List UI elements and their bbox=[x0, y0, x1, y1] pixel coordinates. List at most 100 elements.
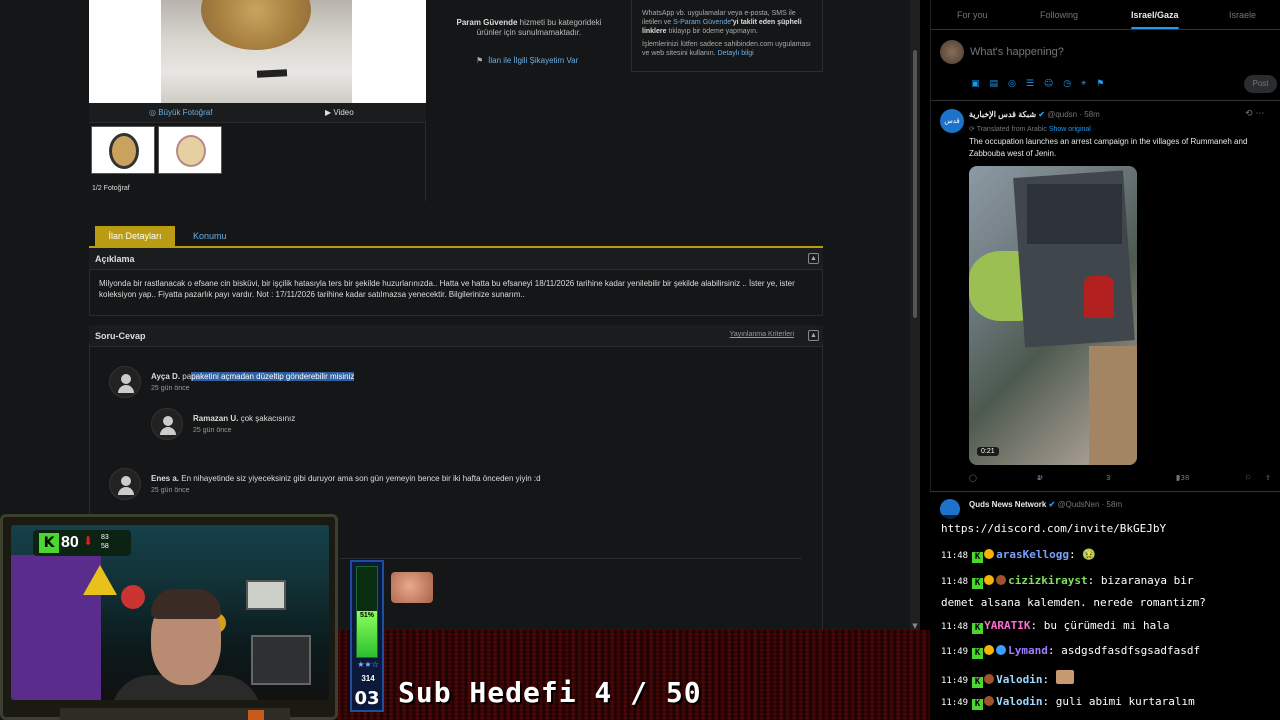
tweet[interactable]: قدس شبكة قدس الإخبارية ✔ @qudsn · 58m ⟲ … bbox=[931, 102, 1280, 492]
chat-user[interactable]: Lymand bbox=[1008, 644, 1048, 657]
post-button[interactable]: Post bbox=[1244, 75, 1277, 93]
s-param-link[interactable]: S-Param Güvende bbox=[673, 19, 731, 26]
chat-emoji: 🤢 bbox=[1082, 548, 1096, 561]
tab-location[interactable]: Konumu bbox=[193, 226, 227, 246]
kick-badge-icon: K bbox=[972, 623, 984, 634]
gold-badge-icon bbox=[984, 645, 995, 655]
tab-for-you[interactable]: For you bbox=[957, 10, 988, 20]
compose-input[interactable]: What's happening? bbox=[970, 46, 1064, 58]
detail-link[interactable]: Detaylı bilgi bbox=[718, 50, 754, 57]
tweet-text: The occupation launches an arrest campai… bbox=[969, 137, 1248, 158]
chat-message: 11:49 K Valodin: bbox=[941, 670, 1076, 688]
tweet-author[interactable]: شبكة قدس الإخبارية ✔ @qudsn · 58m bbox=[969, 110, 1100, 119]
bookmark-icon[interactable]: ⚐ bbox=[1245, 474, 1251, 482]
scrollbar-thumb[interactable] bbox=[913, 50, 917, 318]
report-label: İlan ile İlgili Şikayetim Var bbox=[488, 56, 579, 65]
chat-user[interactable]: Valodin bbox=[996, 673, 1042, 686]
avatar[interactable]: قدس bbox=[940, 109, 964, 133]
video-scene-truck-window bbox=[1027, 184, 1122, 244]
streamer-hair bbox=[151, 589, 221, 619]
large-photo-label: Büyük Fotoğraf bbox=[158, 108, 213, 117]
report-link[interactable]: ⚑ İlan ile İlgili Şikayetim Var bbox=[476, 56, 578, 65]
answer-author: Ramazan U. bbox=[193, 414, 239, 423]
thumbnail-1[interactable] bbox=[91, 126, 155, 174]
qa-title: Soru-Cevap bbox=[95, 331, 146, 341]
kick-badge-icon: K bbox=[972, 578, 984, 589]
chat-time: 11:49 bbox=[941, 676, 969, 686]
listing-main-photo[interactable] bbox=[89, 0, 426, 103]
video-scene-wood bbox=[1089, 346, 1137, 465]
sticker-red bbox=[121, 585, 145, 609]
stand-light bbox=[248, 710, 264, 720]
question-time: 25 gün önce bbox=[151, 487, 190, 494]
meter-percent: 51% bbox=[359, 612, 374, 619]
tweet-author[interactable]: Quds News Network ✔ @QudsNen · 58m bbox=[969, 500, 1122, 509]
chat-text: guli abimi kurtaralım bbox=[1055, 695, 1195, 708]
video-label: Video bbox=[333, 108, 354, 117]
question-body: En nihayetinde siz yiyeceksiniz gibi dur… bbox=[181, 474, 541, 483]
background-wall bbox=[11, 555, 101, 700]
meter-level: 03 bbox=[354, 688, 380, 709]
arrow-down-icon: ⬇ bbox=[83, 534, 94, 548]
tweet-video[interactable]: 0:21 bbox=[969, 166, 1137, 465]
thumbnail-2[interactable] bbox=[158, 126, 222, 174]
kick-badge-icon: K bbox=[972, 648, 984, 659]
twitter-pane: For you Following Israel/Gaza Israele Wh… bbox=[930, 0, 1280, 519]
warning-text-1: WhatsApp vb. uygulamalar veya e-posta, S… bbox=[642, 9, 812, 36]
divider bbox=[340, 558, 802, 559]
share-icon[interactable]: ⇪ bbox=[1265, 474, 1271, 482]
chat-user[interactable]: Valodin bbox=[996, 695, 1042, 708]
views-count: 338 bbox=[1176, 474, 1190, 482]
kick-logo-icon: K bbox=[39, 533, 59, 553]
like-count: 3 bbox=[1106, 474, 1111, 482]
chat-message: 11:48 KarasKellogg: 🤢 bbox=[941, 548, 1096, 563]
chat-user[interactable]: cizizkirayst bbox=[1008, 574, 1087, 587]
large-photo-link[interactable]: ◎ Büyük Fotoğraf bbox=[149, 108, 212, 117]
answer-body: çok şakacısınız bbox=[240, 414, 296, 423]
reply-icon[interactable]: ◯ bbox=[969, 474, 977, 482]
answer-text: Ramazan U. çok şakacısınız bbox=[193, 414, 295, 423]
chat-time: 11:49 bbox=[941, 698, 969, 708]
tab-listing-details[interactable]: İlan Detayları bbox=[95, 226, 175, 246]
tweet[interactable]: Quds News Network ✔ @QudsNen · 58m bbox=[931, 494, 1280, 519]
author-name: شبكة قدس الإخبارية bbox=[969, 110, 1037, 119]
author-handle: @qudsn · 58m bbox=[1047, 110, 1100, 119]
timeline-tabs: For you Following Israel/Gaza Israele bbox=[931, 0, 1280, 30]
kick-badge-icon: K bbox=[972, 677, 984, 688]
warning-text-2: İşlemlerinizi lütfen sadece sahibinden.c… bbox=[642, 40, 812, 58]
sub-goal-meter: 51% ★★☆ 314 03 bbox=[350, 560, 384, 712]
background-tvs bbox=[251, 635, 311, 685]
collapse-icon[interactable]: ▲ bbox=[808, 330, 819, 341]
emote-image bbox=[391, 572, 433, 603]
chat-message: 11:48 Kcizizkirayst: bizaranaya bir bbox=[941, 574, 1194, 589]
scroll-down-icon[interactable]: ▼ bbox=[910, 622, 920, 630]
background-monitor bbox=[246, 580, 286, 610]
show-original-link[interactable]: Show original bbox=[1049, 126, 1091, 133]
compose-toolbar-icons[interactable]: ▣▤◎☰☺◷⌖⚑ bbox=[971, 79, 1114, 89]
verified-icon: ✔ bbox=[1048, 500, 1056, 509]
webcam-stand bbox=[60, 708, 290, 720]
collapse-icon[interactable]: ▲ bbox=[808, 253, 819, 264]
security-warning: WhatsApp vb. uygulamalar veya e-posta, S… bbox=[631, 0, 823, 72]
chat-user[interactable]: YARATIK bbox=[984, 619, 1030, 632]
question-author: Ayça D. bbox=[151, 372, 181, 381]
grok-icon[interactable]: ⟲ ⋯ bbox=[1245, 109, 1264, 119]
kick-badge-icon: K bbox=[972, 699, 984, 710]
author-handle: @QudsNen · 58m bbox=[1057, 500, 1123, 509]
avatar[interactable] bbox=[940, 40, 964, 64]
criteria-link[interactable]: Yayınlanma Kriterleri bbox=[730, 331, 794, 338]
tab-following[interactable]: Following bbox=[1040, 10, 1078, 20]
video-link[interactable]: ▶ Video bbox=[325, 108, 354, 117]
video-duration: 0:21 bbox=[977, 447, 999, 456]
tab-israel-gaza[interactable]: Israel/Gaza bbox=[1131, 10, 1179, 29]
kick-score: 80 bbox=[61, 534, 79, 551]
translation-note: ⟳ Translated from Arabic Show original bbox=[969, 125, 1091, 133]
chat-user[interactable]: arasKellogg bbox=[996, 548, 1069, 561]
chat-time: 11:48 bbox=[941, 577, 969, 587]
description-header: Açıklama ▲ bbox=[89, 248, 823, 270]
chat-message: 11:49 K Valodin: guli abimi kurtaralım bbox=[941, 695, 1195, 710]
page-scrollbar[interactable]: ▼ bbox=[910, 0, 920, 630]
tab-israele[interactable]: Israele bbox=[1229, 10, 1256, 20]
safe-pay-bold: Param Güvende bbox=[456, 18, 518, 27]
question-text-selected: paketini açmadan düzeltip gönderebilir m… bbox=[191, 372, 355, 381]
